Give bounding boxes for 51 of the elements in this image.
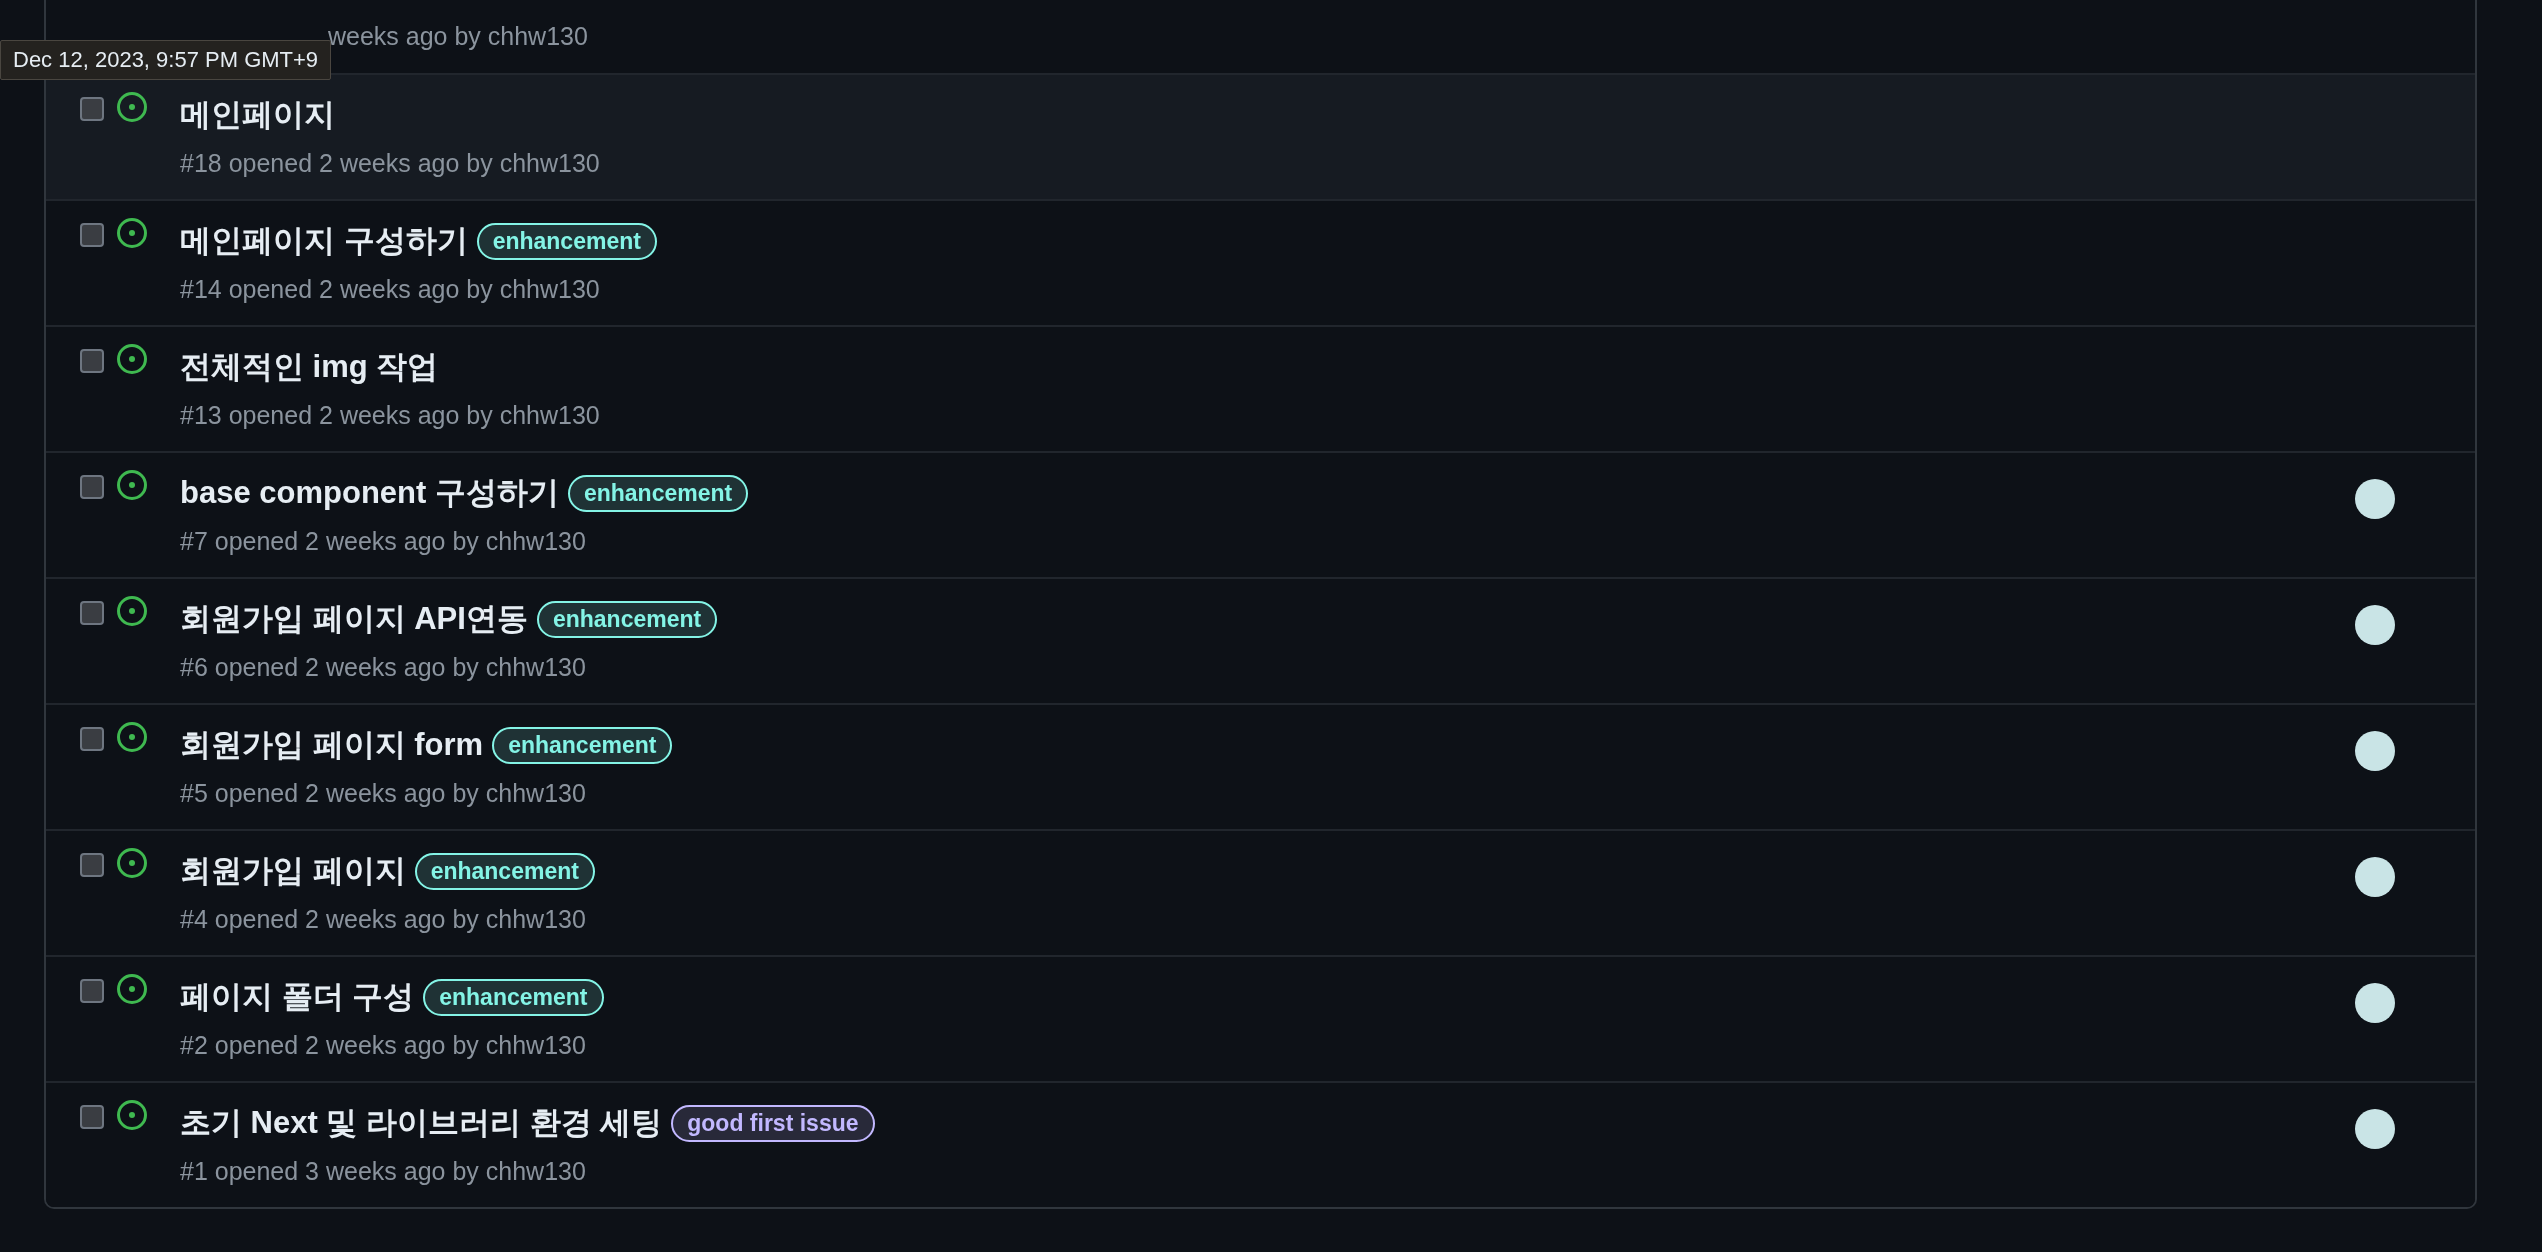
issue-label[interactable]: enhancement	[414, 852, 595, 890]
checkbox[interactable]	[80, 1105, 104, 1129]
checkbox[interactable]	[80, 979, 104, 1003]
issue-label[interactable]: enhancement	[492, 726, 673, 764]
issue-title[interactable]: 회원가입 페이지 API연동	[180, 598, 528, 640]
issue-label[interactable]: enhancement	[476, 222, 657, 260]
issue-title[interactable]: 전체적인 img 작업	[180, 346, 439, 388]
issue-meta: #2 opened 2 weeks ago by chhw130	[180, 1031, 586, 1060]
issue-meta: #13 opened 2 weeks ago by chhw130	[180, 401, 600, 430]
issue-label[interactable]: good first issue	[671, 1104, 875, 1142]
open-issue-icon	[116, 217, 148, 249]
issue-meta: #4 opened 2 weeks ago by chhw130	[180, 905, 586, 934]
open-issue-icon	[116, 595, 148, 627]
issue-title[interactable]: 메인페이지	[180, 94, 335, 136]
checkbox[interactable]	[80, 853, 104, 877]
open-issue-icon	[116, 973, 148, 1005]
issue-row[interactable]: 초기 Next 및 라이브러리 환경 세팅 good first issue #1 opened 3 weeks ago by chhw130	[46, 1081, 2475, 1207]
avatar-circle[interactable]	[2355, 479, 2395, 519]
issue-meta: #1 opened 3 weeks ago by chhw130	[180, 1157, 586, 1186]
issue-meta: #5 opened 2 weeks ago by chhw130	[180, 779, 586, 808]
avatar-circle[interactable]	[2355, 1109, 2395, 1149]
open-issue-icon	[116, 343, 148, 375]
issue-meta: #6 opened 2 weeks ago by chhw130	[180, 653, 586, 682]
open-issue-icon	[116, 91, 148, 123]
avatar-circle[interactable]	[2355, 605, 2395, 645]
checkbox[interactable]	[80, 349, 104, 373]
issue-title[interactable]: 페이지 폴더 구성	[180, 976, 415, 1018]
issue-label[interactable]: enhancement	[536, 600, 718, 638]
avatar-circle[interactable]	[2355, 857, 2395, 897]
avatar-circle[interactable]	[2355, 983, 2395, 1023]
issue-meta: #14 opened 2 weeks ago by chhw130	[180, 275, 600, 304]
open-issue-icon	[116, 469, 148, 501]
issue-meta: #18 opened 2 weeks ago by chhw130	[180, 149, 600, 178]
issue-row[interactable]: 메인페이지 #18 opened 2 weeks ago by chhw130	[46, 73, 2475, 199]
checkbox[interactable]	[80, 601, 104, 625]
open-issue-icon	[116, 847, 148, 879]
issue-title[interactable]: base component 구성하기	[180, 472, 559, 514]
issue-label[interactable]: enhancement	[567, 474, 749, 512]
avatar-circle[interactable]	[2355, 731, 2395, 771]
checkbox[interactable]	[80, 727, 104, 751]
checkbox[interactable]	[80, 475, 104, 499]
issue-title[interactable]: 회원가입 페이지 form	[180, 724, 484, 766]
issue-meta: #7 opened 2 weeks ago by chhw130	[180, 527, 586, 556]
issue-title[interactable]: 회원가입 페이지	[180, 850, 406, 892]
issue-title[interactable]: 메인페이지 구성하기	[180, 220, 468, 262]
issue-title[interactable]: 초기 Next 및 라이브러리 환경 세팅	[180, 1102, 663, 1144]
open-issue-icon	[116, 1099, 148, 1131]
open-issue-icon	[116, 721, 148, 753]
checkbox[interactable]	[80, 97, 104, 121]
checkbox[interactable]	[80, 223, 104, 247]
issue-label[interactable]: enhancement	[423, 978, 604, 1016]
